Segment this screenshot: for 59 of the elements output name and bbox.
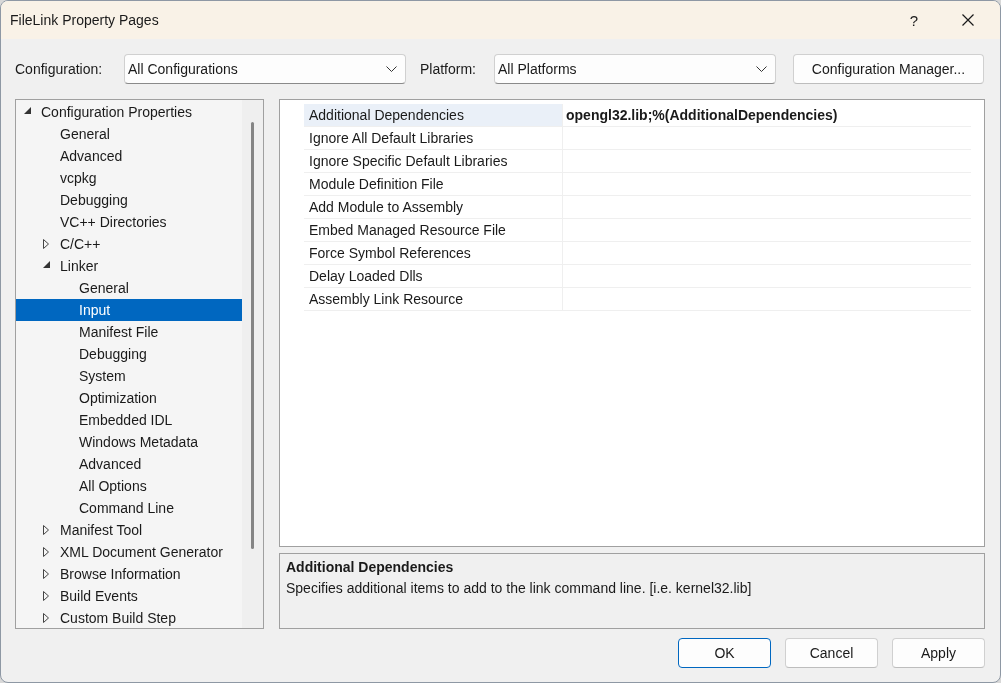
description-title: Additional Dependencies: [286, 558, 455, 577]
expanded-triangle-icon[interactable]: [43, 261, 50, 268]
tree-item[interactable]: Configuration Properties: [16, 101, 242, 123]
tree-item[interactable]: Optimization: [16, 387, 242, 409]
help-button[interactable]: ?: [892, 1, 936, 39]
tree-item[interactable]: XML Document Generator: [16, 541, 242, 563]
collapsed-triangle-icon[interactable]: [43, 613, 49, 623]
collapsed-triangle-icon[interactable]: [43, 569, 49, 579]
property-name[interactable]: Ignore Specific Default Libraries: [304, 150, 562, 173]
tree-item[interactable]: vcpkg: [16, 167, 242, 189]
tree-item[interactable]: All Options: [16, 475, 242, 497]
tree-item[interactable]: VC++ Directories: [16, 211, 242, 233]
property-name[interactable]: Delay Loaded Dlls: [304, 265, 562, 288]
collapsed-triangle-icon[interactable]: [43, 547, 49, 557]
description-text: Specifies additional items to add to the link command line. [i.e. kernel32.lib]: [286, 579, 753, 598]
chevron-down-icon: [386, 66, 397, 72]
tree-item[interactable]: Manifest Tool: [16, 519, 242, 541]
dialog-button[interactable]: Cancel: [785, 638, 878, 668]
tree-item[interactable]: Debugging: [16, 189, 242, 211]
tree-item[interactable]: Windows Metadata: [16, 431, 242, 453]
dialog-button[interactable]: Apply: [892, 638, 985, 668]
collapsed-triangle-icon[interactable]: [43, 239, 49, 249]
expanded-triangle-icon[interactable]: [24, 107, 31, 114]
tree-item[interactable]: Input: [16, 299, 242, 321]
property-name[interactable]: Module Definition File: [304, 173, 562, 196]
property-name[interactable]: Assembly Link Resource: [304, 288, 562, 311]
window-title: FileLink Property Pages: [10, 12, 160, 28]
collapsed-triangle-icon[interactable]: [43, 591, 49, 601]
tree-item[interactable]: Linker: [16, 255, 242, 277]
property-value-field[interactable]: opengl32.lib;%(AdditionalDependencies): [562, 104, 971, 127]
property-name[interactable]: Ignore All Default Libraries: [304, 127, 562, 150]
chevron-down-icon: [756, 66, 767, 72]
tree-item[interactable]: Custom Build Step: [16, 607, 242, 628]
property-name[interactable]: Additional Dependencies: [304, 104, 562, 127]
tree-item[interactable]: Build Events: [16, 585, 242, 607]
tree-item[interactable]: Command Line: [16, 497, 242, 519]
scrollbar[interactable]: [242, 100, 263, 628]
close-icon: [962, 14, 974, 26]
configuration-label: Configuration:: [15, 61, 104, 77]
tree-item[interactable]: Debugging: [16, 343, 242, 365]
platform-label: Platform:: [420, 61, 477, 77]
tree-item[interactable]: Advanced: [16, 145, 242, 167]
tree-item[interactable]: Browse Information: [16, 563, 242, 585]
tree-item[interactable]: General: [16, 277, 242, 299]
property-name[interactable]: Add Module to Assembly: [304, 196, 562, 219]
tree-item[interactable]: General: [16, 123, 242, 145]
dialog-button[interactable]: OK: [678, 638, 771, 668]
platform-dropdown[interactable]: All Platforms: [494, 54, 776, 84]
tree-item[interactable]: System: [16, 365, 242, 387]
scrollbar-thumb[interactable]: [251, 122, 254, 549]
property-name[interactable]: Force Symbol References: [304, 242, 562, 265]
collapsed-triangle-icon[interactable]: [43, 525, 49, 535]
tree-item[interactable]: Manifest File: [16, 321, 242, 343]
tree-item[interactable]: Embedded IDL: [16, 409, 242, 431]
configuration-manager-button[interactable]: Configuration Manager...: [793, 54, 984, 84]
configuration-dropdown[interactable]: All Configurations: [124, 54, 406, 84]
property-name[interactable]: Embed Managed Resource File: [304, 219, 562, 242]
tree-item[interactable]: C/C++: [16, 233, 242, 255]
tree-item[interactable]: Advanced: [16, 453, 242, 475]
